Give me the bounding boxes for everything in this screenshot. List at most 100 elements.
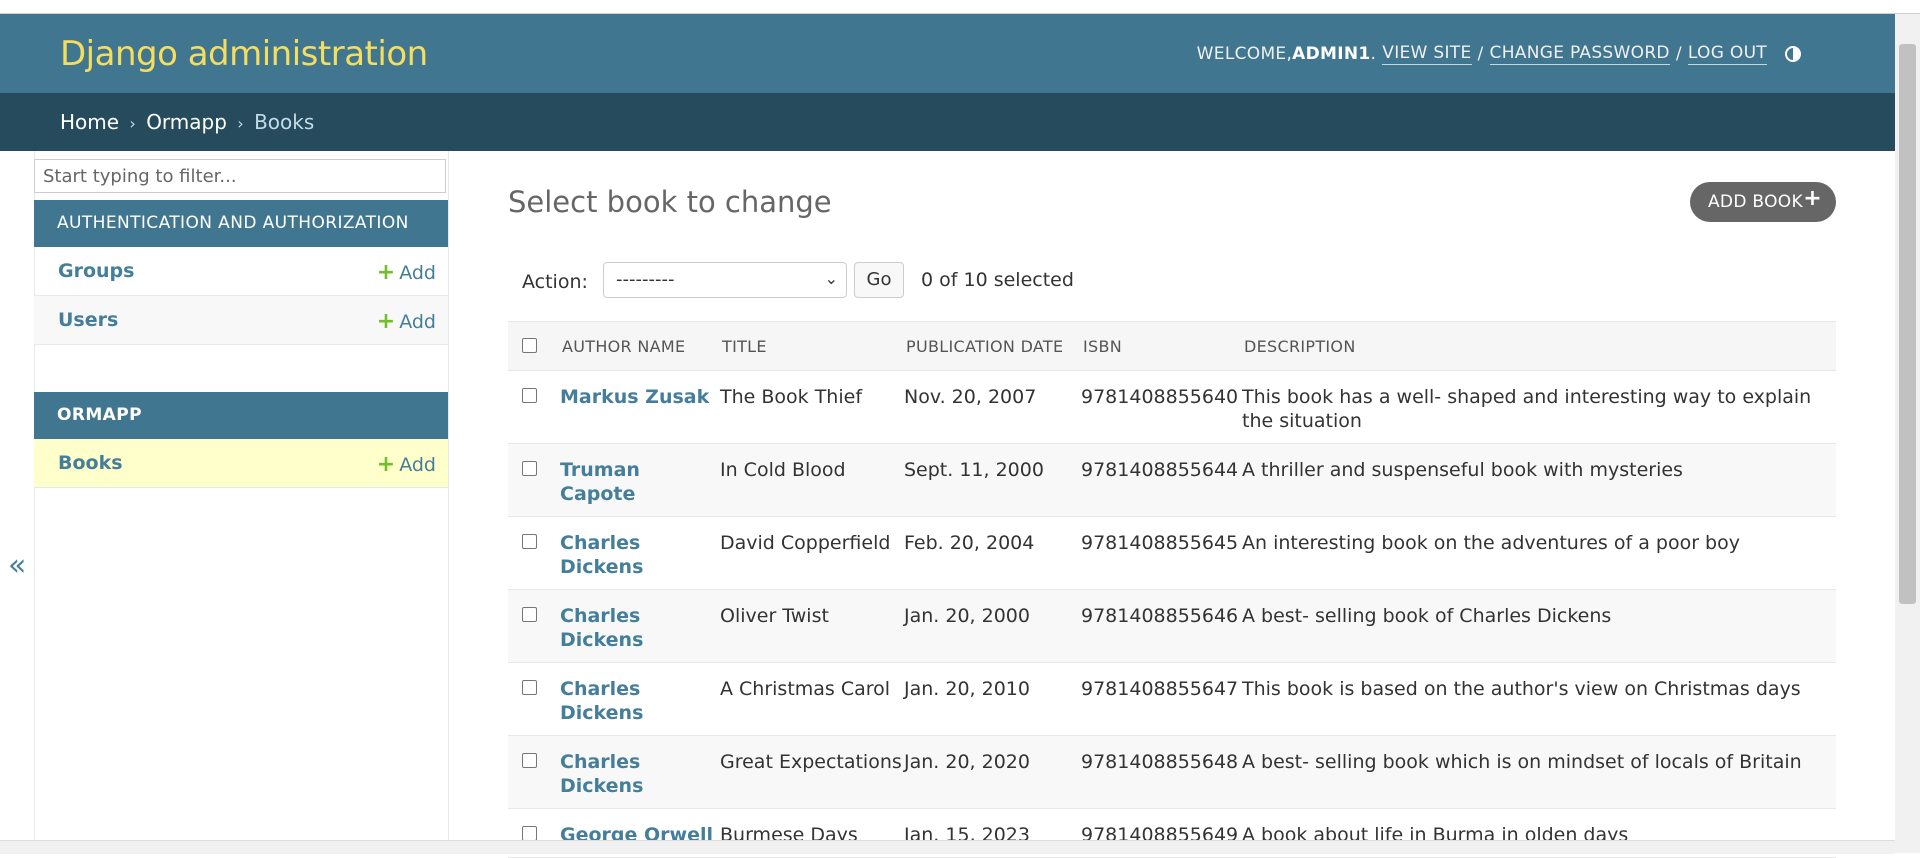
action-select[interactable]: --------- ⌄ xyxy=(603,262,847,298)
column-header-label: AUTHOR NAME xyxy=(562,336,686,356)
column-header-title[interactable]: TITLE xyxy=(720,321,904,371)
add-plus-icon: + xyxy=(376,260,396,285)
welcome-text: WELCOME, xyxy=(1196,44,1293,64)
author-link[interactable]: Charles Dickens xyxy=(560,532,643,578)
module-caption-ormapp[interactable]: ORMAPP xyxy=(34,392,448,439)
theme-toggle-icon[interactable] xyxy=(1785,46,1801,62)
author-link[interactable]: Charles Dickens xyxy=(560,605,643,651)
author-link[interactable]: Markus Zusak xyxy=(560,386,709,408)
row-select-cell xyxy=(508,443,560,517)
row-select-cell xyxy=(508,735,560,809)
breadcrumb-app[interactable]: Ormapp xyxy=(146,110,227,134)
date-cell: Jan. 20, 2000 xyxy=(904,589,1081,663)
action-label: Action: xyxy=(522,271,588,293)
column-header-label: ISBN xyxy=(1083,336,1123,356)
add-label: Add xyxy=(399,262,436,284)
select-all-cell xyxy=(508,321,560,371)
author-link[interactable]: Truman Capote xyxy=(560,459,640,505)
column-header-label: DESCRIPTION xyxy=(1244,336,1356,356)
table-row: Charles Dickens Great Expectations Jan. … xyxy=(508,735,1836,809)
breadcrumb-home[interactable]: Home xyxy=(60,110,119,134)
plus-icon: + xyxy=(1803,186,1822,211)
select-all-checkbox[interactable] xyxy=(522,338,537,353)
row-select-cell xyxy=(508,516,560,590)
model-link-books[interactable]: Books xyxy=(58,452,123,474)
selection-counter: 0 of 10 selected xyxy=(921,269,1074,291)
column-header-description[interactable]: DESCRIPTION xyxy=(1242,321,1836,371)
site-brand[interactable]: Django administration xyxy=(60,34,428,74)
sidebar-item-users[interactable]: Users + Add xyxy=(34,296,448,345)
model-link-users[interactable]: Users xyxy=(58,309,118,331)
isbn-cell: 9781408855646 xyxy=(1081,589,1242,663)
title-cell: The Book Thief xyxy=(720,370,904,444)
add-label: Add xyxy=(399,311,436,333)
date-cell: Feb. 20, 2004 xyxy=(904,516,1081,590)
go-button[interactable]: Go xyxy=(854,262,904,298)
row-checkbox[interactable] xyxy=(522,680,537,695)
add-label: Add xyxy=(399,454,436,476)
browser-top-edge xyxy=(0,0,1920,14)
row-select-cell xyxy=(508,662,560,736)
title-cell: In Cold Blood xyxy=(720,443,904,517)
breadcrumb: Home › Ormapp › Books xyxy=(0,93,1895,151)
date-cell: Sept. 11, 2000 xyxy=(904,443,1081,517)
description-cell: This book has a well- shaped and interes… xyxy=(1242,370,1836,444)
horizontal-scrollbar[interactable] xyxy=(0,840,1895,854)
isbn-cell: 9781408855640 xyxy=(1081,370,1242,444)
page-title: Select book to change xyxy=(508,185,832,219)
row-checkbox[interactable] xyxy=(522,388,537,403)
column-header-author[interactable]: AUTHOR NAME xyxy=(560,321,720,371)
table-row: Charles Dickens A Christmas Carol Jan. 2… xyxy=(508,662,1836,736)
action-select-value: --------- xyxy=(616,269,675,290)
title-cell: Oliver Twist xyxy=(720,589,904,663)
author-link[interactable]: Charles Dickens xyxy=(560,678,643,724)
table-row: Charles Dickens Oliver Twist Jan. 20, 20… xyxy=(508,589,1836,663)
add-users-link[interactable]: + Add xyxy=(377,309,436,334)
add-plus-icon: + xyxy=(376,452,396,477)
add-groups-link[interactable]: + Add xyxy=(377,260,436,285)
sidebar-collapse-button[interactable]: « xyxy=(8,548,26,583)
breadcrumb-separator: › xyxy=(237,114,244,133)
table-row: Charles Dickens David Copperfield Feb. 2… xyxy=(508,516,1836,590)
table-header-row: AUTHOR NAME TITLE PUBLICATION DATE ISBN … xyxy=(508,321,1836,371)
view-site-link[interactable]: VIEW SITE xyxy=(1382,43,1472,65)
breadcrumb-current: Books xyxy=(254,110,315,134)
row-select-cell xyxy=(508,370,560,444)
description-cell: A best- selling book of Charles Dickens xyxy=(1242,589,1836,663)
row-checkbox[interactable] xyxy=(522,753,537,768)
title-cell: Great Expectations xyxy=(720,735,904,809)
column-header-date[interactable]: PUBLICATION DATE xyxy=(904,321,1081,371)
row-select-cell xyxy=(508,589,560,663)
model-link-groups[interactable]: Groups xyxy=(58,260,134,282)
sidebar-item-books[interactable]: Books + Add xyxy=(34,439,448,488)
nav-sidebar: AUTHENTICATION AND AUTHORIZATION Groups … xyxy=(34,151,449,853)
module-caption-auth[interactable]: AUTHENTICATION AND AUTHORIZATION xyxy=(34,200,448,247)
change-password-link[interactable]: CHANGE PASSWORD xyxy=(1489,43,1670,65)
table-row: Truman Capote In Cold Blood Sept. 11, 20… xyxy=(508,443,1836,517)
add-book-button[interactable]: ADD BOOK + xyxy=(1690,182,1836,222)
sidebar-item-groups[interactable]: Groups + Add xyxy=(34,247,448,296)
username: ADMIN1 xyxy=(1292,44,1371,64)
description-cell: An interesting book on the adventures of… xyxy=(1242,516,1836,590)
breadcrumb-separator: › xyxy=(129,114,136,133)
column-header-label: TITLE xyxy=(722,336,767,356)
column-header-isbn[interactable]: ISBN xyxy=(1081,321,1242,371)
isbn-cell: 9781408855645 xyxy=(1081,516,1242,590)
row-checkbox[interactable] xyxy=(522,826,537,841)
description-cell: This book is based on the author's view … xyxy=(1242,662,1836,736)
results-table: AUTHOR NAME TITLE PUBLICATION DATE ISBN … xyxy=(508,321,1836,858)
description-cell: A thriller and suspenseful book with mys… xyxy=(1242,443,1836,517)
log-out-link[interactable]: LOG OUT xyxy=(1687,43,1767,65)
add-books-link[interactable]: + Add xyxy=(377,452,436,477)
date-cell: Jan. 20, 2010 xyxy=(904,662,1081,736)
row-checkbox[interactable] xyxy=(522,607,537,622)
add-book-label: ADD BOOK xyxy=(1708,192,1803,212)
author-link[interactable]: Charles Dickens xyxy=(560,751,643,797)
nav-filter-input[interactable] xyxy=(34,159,446,193)
row-checkbox[interactable] xyxy=(522,461,537,476)
username-suffix: . xyxy=(1370,44,1377,64)
vertical-scrollbar[interactable] xyxy=(1895,14,1920,853)
scrollbar-thumb[interactable] xyxy=(1899,44,1916,604)
row-checkbox[interactable] xyxy=(522,534,537,549)
site-header: Django administration WELCOME, ADMIN1 . … xyxy=(0,14,1895,93)
